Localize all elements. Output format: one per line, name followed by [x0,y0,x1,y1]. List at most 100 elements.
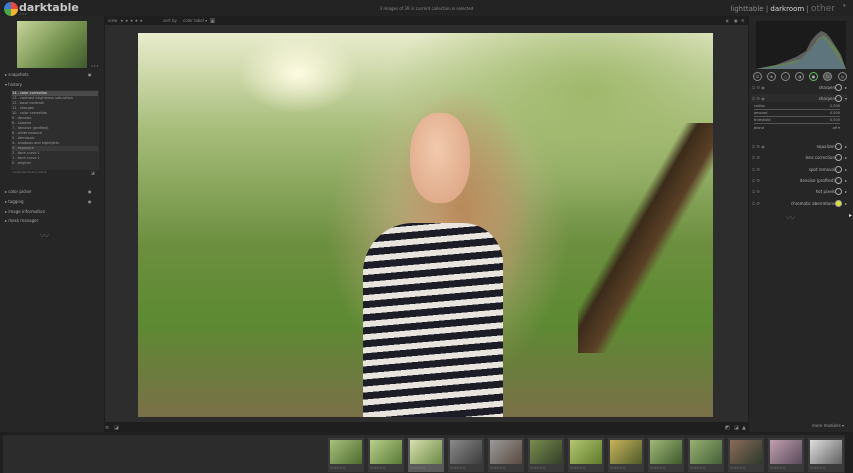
expand-right-panel-icon[interactable]: ▸ [849,212,852,219]
module-toggle-icon[interactable]: ⏻ ⚙ [752,189,760,194]
section-reset-icon[interactable]: ● [88,189,92,194]
sort-direction-button[interactable]: ▲ [210,18,216,23]
section-reset-icon[interactable]: ● [88,72,92,77]
module-sharpen[interactable]: ⏻ ⚙ ◉ sharpen ▾ [751,94,847,102]
module-toggle-icon[interactable]: ⏻ ⚙ [752,178,760,183]
filmstrip-thumbnail[interactable]: ☆☆☆☆☆ [567,437,605,473]
module-sharpen-instance[interactable]: ⏻ ⚙ ◉ sharpen ▸ [751,83,847,91]
section-tagging[interactable]: ▸ tagging [5,199,24,204]
module-chromatic-aberrations[interactable]: ⏻ ⚙ chromatic aberrations ▸ [751,199,847,207]
thumbnail-rating[interactable]: ☆☆☆☆☆ [810,465,826,470]
thumbnail-rating[interactable]: ☆☆☆☆☆ [370,465,386,470]
module-name: sharpen [818,96,835,101]
param-value[interactable]: off ▾ [833,126,840,130]
warning-icon[interactable]: ▲ [742,425,746,431]
filmstrip-thumbnail[interactable]: ☆☆☆☆☆ [447,437,485,473]
module-denoise-profiled[interactable]: ⏻ ⚙ denoise (profiled) ▸ [751,176,847,184]
thumbnail-rating[interactable]: ☆☆☆☆☆ [570,465,586,470]
thumbnail-rating[interactable]: ☆☆☆☆☆ [410,465,426,470]
module-toggle-icon[interactable]: ⏻ ⚙ ◉ [752,96,765,101]
filmstrip-thumbnail[interactable]: ☆☆☆☆☆ [767,437,805,473]
power-icon[interactable]: ⏻ [753,72,762,81]
param-radius-slider[interactable]: radius 2.000 [754,104,840,110]
correct-group-icon[interactable]: ↻ [823,72,832,81]
expand-arrow-icon[interactable]: ▸ [845,189,847,194]
basic-group-icon[interactable]: ○ [781,72,790,81]
effect-group-icon[interactable]: ◎ [838,72,847,81]
color-group-icon[interactable]: ● [809,72,818,81]
view-lighttable[interactable]: lighttable [730,5,763,13]
module-equalizer[interactable]: ⏻ ⚙ ◉ equalizer ▸ [751,142,847,150]
filmstrip-thumbnail[interactable]: ☆☆☆☆☆ [687,437,725,473]
more-modules-button[interactable]: more modules ▾ [812,423,844,428]
view-rating-filter[interactable]: ★ ★ ★ ★ ★ [120,18,143,23]
section-color-picker[interactable]: ▸ color picker [5,189,32,194]
module-toggle-icon[interactable]: ⏻ ⚙ [752,155,760,160]
thumbnail-rating[interactable]: ☆☆☆☆☆ [530,465,546,470]
filmstrip-thumbnail[interactable]: ☆☆☆☆☆ [647,437,685,473]
param-amount-slider[interactable]: amount 0.500 [754,111,840,117]
main-image[interactable] [138,33,713,417]
param-blend-select[interactable]: blend off ▾ [754,126,840,130]
filmstrip-thumbnail[interactable]: ☆☆☆☆☆ [527,437,565,473]
filmstrip-thumbnail[interactable]: ☆☆☆☆☆ [727,437,765,473]
slider-track[interactable] [754,123,840,124]
collapse-arrow-icon[interactable]: ▾ [845,96,847,101]
compress-history-button[interactable]: compress history stack [12,170,47,175]
history-item[interactable]: 0 - original [12,161,98,166]
thumbnail-rating[interactable]: ☆☆☆☆☆ [770,465,786,470]
module-toggle-icon[interactable]: ⏻ ⚙ [752,201,760,206]
histogram[interactable] [756,21,846,69]
tone-group-icon[interactable]: ◑ [795,72,804,81]
param-threshold-slider[interactable]: threshold 0.500 [754,118,840,124]
filmstrip-thumbnail[interactable]: ☆☆☆☆☆ [607,437,645,473]
gamut-check-icon[interactable]: ◪ [734,425,739,431]
navigation-zoom-select[interactable]: 1:1 ▾ [91,64,98,68]
section-snapshots[interactable]: ▸ snapshots [5,72,29,77]
filmstrip-thumbnail-selected[interactable]: ☆☆☆☆☆ [407,437,445,473]
slider-track[interactable] [754,116,840,117]
view-other[interactable]: other [811,4,835,14]
thumbnail-rating[interactable]: ☆☆☆☆☆ [490,465,506,470]
expand-arrow-icon[interactable]: ▸ [845,201,847,206]
section-mask-manager[interactable]: ▸ mask manager [5,218,38,223]
thumbnail-rating[interactable]: ☆☆☆☆☆ [730,465,746,470]
softproof-icon[interactable]: ◩ [725,425,730,431]
color-picker-icon[interactable]: ◐ [726,18,730,23]
expand-arrow-icon[interactable]: ▸ [845,167,847,172]
section-reset-icon[interactable]: ● [88,199,92,204]
filmstrip-thumbnail[interactable]: ☆☆☆☆☆ [807,437,845,473]
module-toggle-icon[interactable]: ⏻ ⚙ ◉ [752,144,765,149]
thumbnail-rating[interactable]: ☆☆☆☆☆ [450,465,466,470]
thumbnail-rating[interactable]: ☆☆☆☆☆ [650,465,666,470]
module-lens-correction[interactable]: ⏻ ⚙ lens correction ▸ [751,153,847,161]
expand-arrow-icon[interactable]: ▸ [845,155,847,160]
overlay-icon[interactable]: ▣ [734,18,738,23]
thumbnail-rating[interactable]: ☆☆☆☆☆ [330,465,346,470]
module-toggle-icon[interactable]: ⏻ ⚙ ◉ [752,85,765,90]
settings-gear-icon[interactable]: ⚙ [741,18,745,23]
slider-track[interactable] [754,109,840,110]
navigation-thumbnail[interactable] [17,21,87,68]
filmstrip-thumbnail[interactable]: ☆☆☆☆☆ [367,437,405,473]
sort-dropdown[interactable]: color label ▾ [183,18,207,23]
expand-arrow-icon[interactable]: ▸ [845,85,847,90]
thumbnail-image [650,440,682,464]
section-image-information[interactable]: ▸ image information [5,209,45,214]
favorites-icon[interactable]: ★ [767,72,776,81]
thumbnail-rating[interactable]: ☆☆☆☆☆ [610,465,626,470]
presets-icon[interactable]: ≡ [105,425,109,431]
filmstrip-thumbnail[interactable]: ☆☆☆☆☆ [487,437,525,473]
create-style-icon[interactable]: ◪ [91,170,95,175]
thumbnail-rating[interactable]: ☆☆☆☆☆ [690,465,706,470]
section-history[interactable]: ▾ history [5,82,22,87]
module-hot-pixels[interactable]: ⏻ ⚙ hot pixels ▸ [751,187,847,195]
module-spot-removal[interactable]: ⏻ ⚙ spot removal ▸ [751,165,847,173]
view-darkroom[interactable]: darkroom [770,5,804,13]
collapse-top-icon[interactable]: ▾ [843,3,846,9]
filmstrip-thumbnail[interactable]: ☆☆☆☆☆ [327,437,365,473]
expand-arrow-icon[interactable]: ▸ [845,144,847,149]
expand-arrow-icon[interactable]: ▸ [845,178,847,183]
module-toggle-icon[interactable]: ⏻ ⚙ [752,167,760,172]
styles-icon[interactable]: ◪ [114,425,119,431]
